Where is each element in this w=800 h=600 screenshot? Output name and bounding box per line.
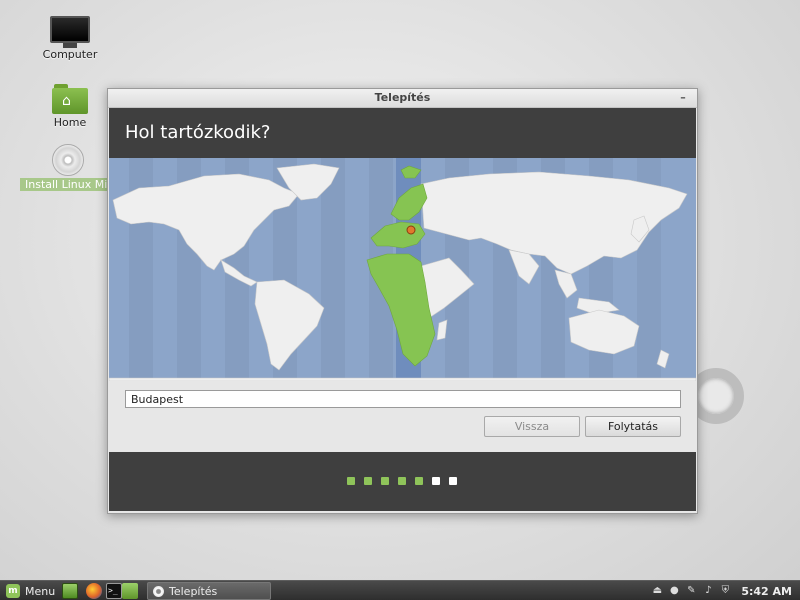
menu-label: Menu xyxy=(25,584,56,598)
progress-step xyxy=(449,477,457,485)
system-tray: ⏏ ● ✎ ♪ ⛨ 5:42 AM xyxy=(652,582,800,600)
page-title: Hol tartózkodik? xyxy=(125,122,271,143)
continue-button[interactable]: Folytatás xyxy=(585,416,681,437)
location-input[interactable] xyxy=(125,390,681,408)
desktop-icon-label: Install Linux Mint xyxy=(20,178,115,191)
progress-step xyxy=(432,477,440,485)
network-icon[interactable]: ✎ xyxy=(686,586,696,596)
disc-icon xyxy=(51,144,84,176)
progress-step xyxy=(364,477,372,485)
footer-bar xyxy=(109,452,696,511)
minimize-button[interactable]: – xyxy=(677,89,689,107)
menu-button[interactable]: m Menu xyxy=(2,582,59,600)
timezone-map[interactable] xyxy=(109,158,696,381)
location-marker-icon xyxy=(406,225,416,235)
user-icon[interactable]: ● xyxy=(669,586,679,596)
taskbar-window-label: Telepítés xyxy=(169,584,218,598)
computer-icon xyxy=(50,16,90,48)
desktop-icon-computer[interactable]: Computer xyxy=(25,16,115,61)
installer-window: Telepítés – Hol tartózkodik? Budapest Vi… xyxy=(107,88,698,514)
taskbar: m Menu >_ Telepítés ⏏ ● ✎ ♪ ⛨ 5:42 AM xyxy=(0,580,800,600)
desktop-icon-install[interactable]: Install Linux Mint xyxy=(20,144,115,194)
home-folder-icon: ⌂ xyxy=(52,84,88,114)
volume-icon[interactable]: ♪ xyxy=(703,586,713,596)
terminal-icon[interactable]: >_ xyxy=(106,583,122,599)
world-map-icon xyxy=(109,158,696,381)
files-icon[interactable] xyxy=(122,583,138,599)
firefox-icon[interactable] xyxy=(86,583,102,599)
mint-logo-icon: m xyxy=(6,584,20,598)
progress-step xyxy=(398,477,406,485)
back-button[interactable]: Vissza xyxy=(484,416,580,437)
clock[interactable]: 5:42 AM xyxy=(741,585,792,598)
desktop-icon-home[interactable]: ⌂ Home xyxy=(25,84,115,129)
progress-step xyxy=(415,477,423,485)
progress-indicator xyxy=(347,477,457,485)
window-titlebar[interactable]: Telepítés – xyxy=(108,89,697,108)
update-icon[interactable]: ⛨ xyxy=(720,586,730,596)
desktop-icon-label: Home xyxy=(53,116,87,129)
show-desktop-icon[interactable] xyxy=(62,583,78,599)
desktop-icon-label: Computer xyxy=(42,48,98,61)
header-bar: Hol tartózkodik? xyxy=(109,108,696,158)
disc-icon xyxy=(153,585,164,597)
taskbar-window-installer[interactable]: Telepítés xyxy=(147,582,271,600)
progress-step xyxy=(381,477,389,485)
eject-icon[interactable]: ⏏ xyxy=(652,586,662,596)
progress-step xyxy=(347,477,355,485)
window-title: Telepítés xyxy=(374,91,431,104)
